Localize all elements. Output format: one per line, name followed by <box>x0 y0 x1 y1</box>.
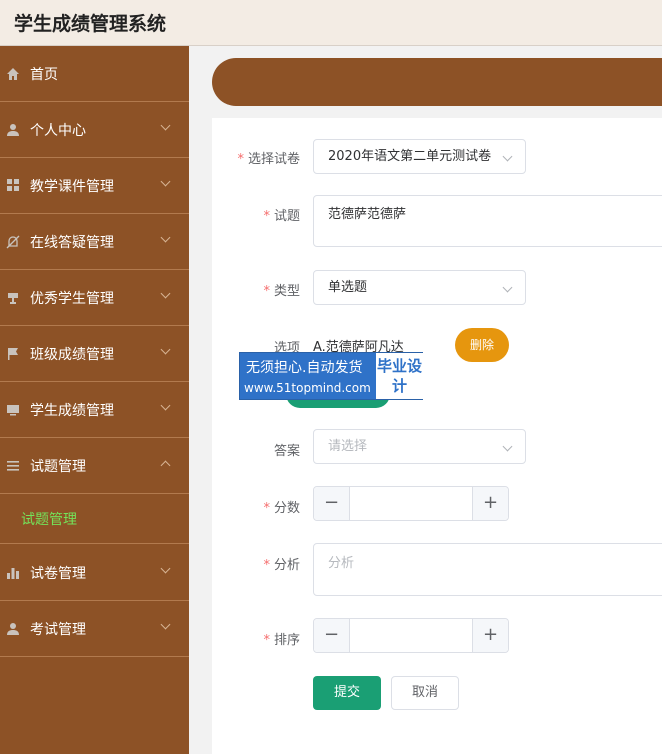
sidebar-item-exam-management[interactable]: 考试管理 <box>0 601 189 657</box>
grid-icon <box>6 178 20 193</box>
score-label: * 分数 <box>263 501 300 516</box>
sidebar-item-courseware[interactable]: 教学课件管理 <box>0 158 189 214</box>
required-mark: * <box>237 152 244 167</box>
question-value: 范德萨范德萨 <box>328 207 407 222</box>
sidebar-item-home[interactable]: 首页 <box>0 46 189 102</box>
paper-select-value: 2020年语文第二单元测试卷 <box>328 149 492 164</box>
analysis-label: * 分析 <box>263 558 300 573</box>
chevron-down-icon <box>160 176 171 187</box>
trophy-icon <box>6 291 20 305</box>
order-decrement-button[interactable]: − <box>314 619 350 652</box>
user-icon <box>6 622 20 636</box>
sidebar-item-personal-center[interactable]: 个人中心 <box>0 102 189 158</box>
type-label: * 类型 <box>263 284 300 299</box>
chevron-down-icon <box>160 120 171 131</box>
required-mark: * <box>263 284 270 299</box>
sidebar-item-student-scores[interactable]: 学生成绩管理 <box>0 382 189 438</box>
submenu-item-question-management[interactable]: 试题管理 <box>0 494 189 544</box>
watermark-banner: 无须担心.自动发货 www.51topmind.com 毕业设计 <box>239 352 423 400</box>
sidebar-item-question-management[interactable]: 试题管理 <box>0 438 189 494</box>
score-increment-button[interactable]: + <box>472 487 508 520</box>
chevron-down-icon <box>160 400 171 411</box>
list-icon <box>6 459 20 473</box>
chevron-down-icon <box>502 441 513 452</box>
sidebar-item-label: 试题管理 <box>30 458 86 475</box>
chevron-down-icon <box>160 344 171 355</box>
required-mark: * <box>263 633 270 648</box>
app-title: 学生成绩管理系统 <box>14 13 167 35</box>
answer-select[interactable]: 请选择 <box>313 429 526 464</box>
watermark-line1: 无须担心.自动发货 <box>246 360 363 376</box>
sidebar-item-label: 教学课件管理 <box>30 178 114 195</box>
score-stepper[interactable]: − + <box>313 486 509 521</box>
answer-placeholder: 请选择 <box>328 439 368 454</box>
watermark-line2: www.51topmind.com <box>244 381 371 395</box>
sidebar-item-label: 优秀学生管理 <box>30 290 114 307</box>
sidebar-item-label: 个人中心 <box>30 122 86 139</box>
submenu-item-label: 试题管理 <box>21 512 77 528</box>
type-select-value: 单选题 <box>328 280 368 295</box>
sidebar-item-label: 在线答疑管理 <box>30 234 114 251</box>
analysis-placeholder: 分析 <box>328 556 355 571</box>
sidebar-item-label: 试卷管理 <box>30 565 86 582</box>
monitor-icon <box>6 403 20 417</box>
chevron-down-icon <box>502 151 513 162</box>
watermark-side: 毕业设计 <box>376 353 423 399</box>
chevron-up-icon <box>160 460 171 471</box>
order-label: * 排序 <box>263 633 300 648</box>
user-icon <box>6 123 20 137</box>
required-mark: * <box>263 558 270 573</box>
chevron-down-icon <box>160 563 171 574</box>
paper-select[interactable]: 2020年语文第二单元测试卷 <box>313 139 526 174</box>
sidebar-item-class-scores[interactable]: 班级成绩管理 <box>0 326 189 382</box>
bell-slash-icon <box>6 235 20 249</box>
sidebar: 首页 个人中心 教学课件管理 在线答疑管理 优秀学生管理 班级成绩管理 学生成绩… <box>0 46 189 754</box>
paper-label: * 选择试卷 <box>237 152 300 167</box>
answer-label: 答案 <box>273 444 300 459</box>
type-select[interactable]: 单选题 <box>313 270 526 305</box>
chevron-down-icon <box>160 232 171 243</box>
home-icon <box>6 67 20 81</box>
sidebar-item-label: 首页 <box>30 66 58 83</box>
analysis-textarea[interactable]: 分析 <box>313 543 662 596</box>
required-mark: * <box>263 501 270 516</box>
chevron-down-icon <box>160 619 171 630</box>
delete-option-button[interactable]: 删除 <box>455 328 509 362</box>
question-textarea[interactable]: 范德萨范德萨 <box>313 195 662 247</box>
score-decrement-button[interactable]: − <box>314 487 350 520</box>
sidebar-item-label: 考试管理 <box>30 621 86 638</box>
sidebar-item-qa[interactable]: 在线答疑管理 <box>0 214 189 270</box>
required-mark: * <box>263 209 270 224</box>
order-stepper[interactable]: − + <box>313 618 509 653</box>
sidebar-item-label: 班级成绩管理 <box>30 346 114 363</box>
chevron-down-icon <box>160 288 171 299</box>
bar-chart-icon <box>6 566 20 580</box>
submit-button[interactable]: 提交 <box>313 676 381 710</box>
sidebar-item-label: 学生成绩管理 <box>30 402 114 419</box>
order-increment-button[interactable]: + <box>472 619 508 652</box>
sidebar-item-paper-management[interactable]: 试卷管理 <box>0 545 189 601</box>
flag-icon <box>6 347 20 361</box>
cancel-button[interactable]: 取消 <box>391 676 459 710</box>
sidebar-item-excellent-students[interactable]: 优秀学生管理 <box>0 270 189 326</box>
chevron-down-icon <box>502 282 513 293</box>
top-bar: 学生成绩管理系统 <box>0 0 662 46</box>
question-label: * 试题 <box>263 209 300 224</box>
breadcrumb-banner <box>212 58 662 106</box>
